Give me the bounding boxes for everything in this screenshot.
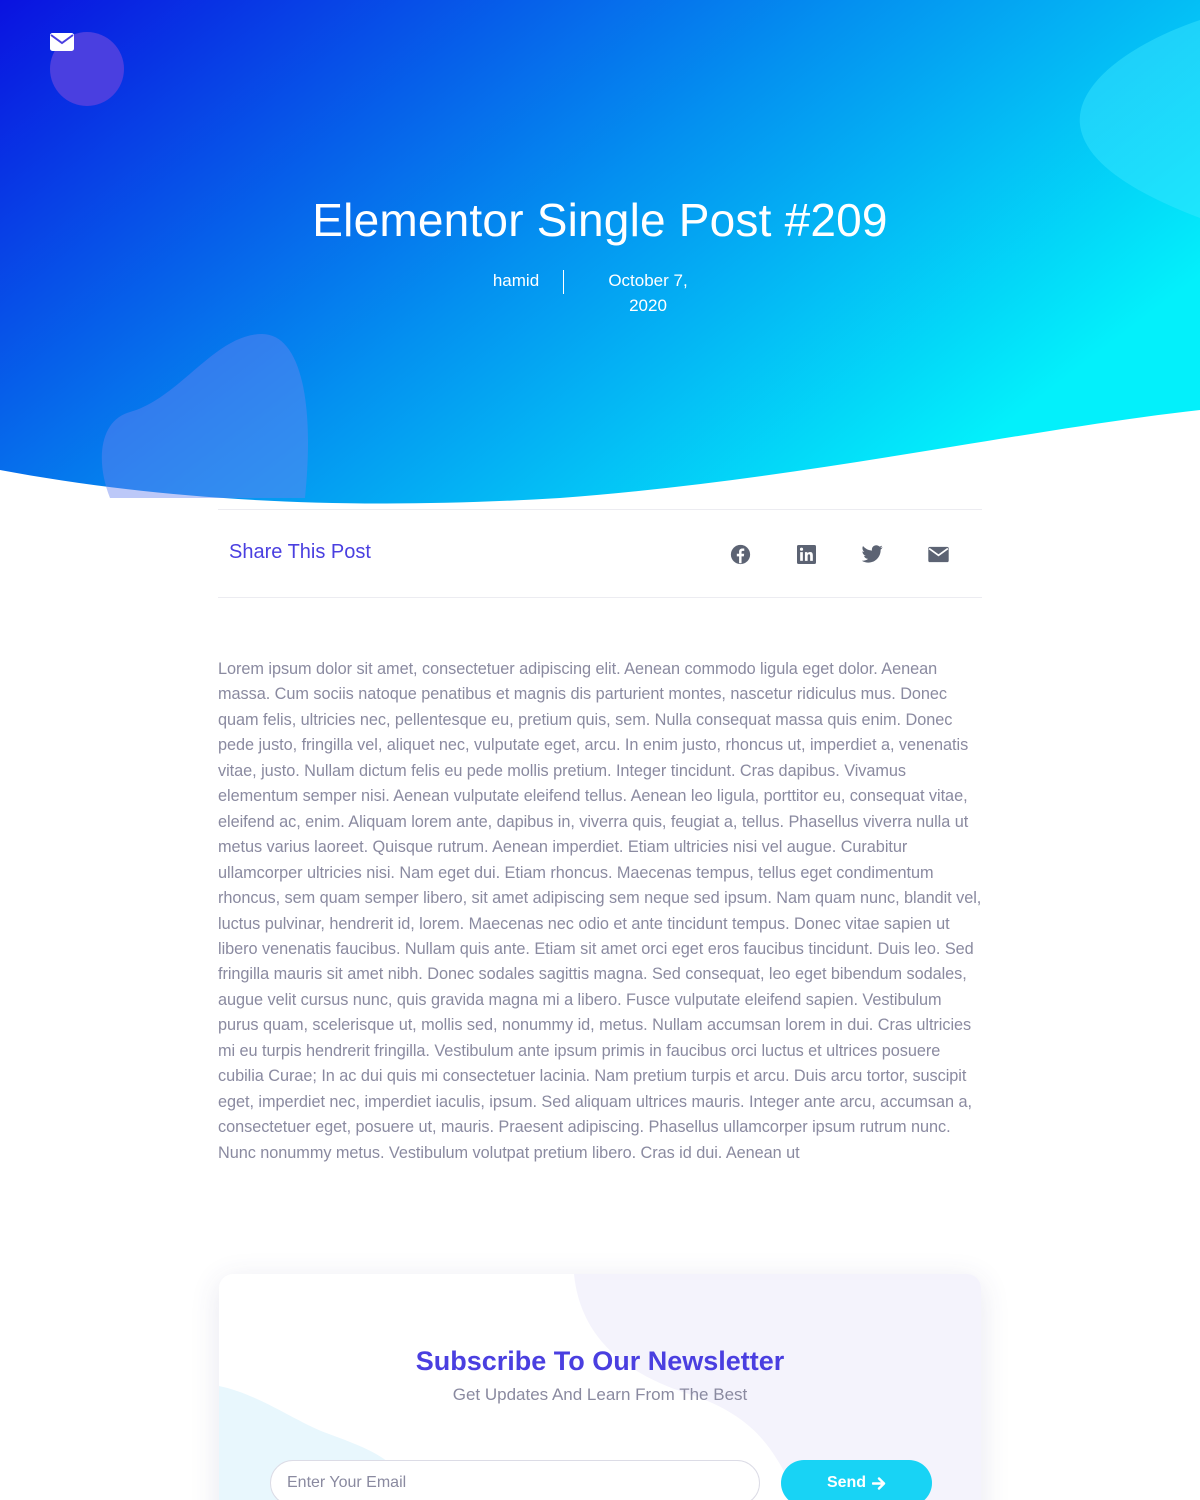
send-button-label: Send [826, 1474, 867, 1491]
hero-banner: Elementor Single Post #209 hamid October… [0, 0, 1200, 520]
post-title: Elementor Single Post #209 [312, 194, 888, 246]
hero-background [0, 0, 1200, 504]
post-content: Lorem ipsum dolor sit amet, consectetuer… [218, 660, 982, 1162]
envelope-icon [50, 33, 74, 51]
share-twitter-button[interactable] [860, 542, 884, 566]
share-title: Share This Post [229, 541, 371, 563]
twitter-icon [861, 545, 883, 563]
post-meta: hamid October 7, 2020 [0, 268, 1200, 320]
post-author[interactable]: hamid [492, 268, 540, 293]
envelope-icon [927, 546, 949, 562]
arrow-right-icon [872, 1476, 886, 1490]
email-input[interactable] [270, 1460, 760, 1500]
share-linkedin-button[interactable] [794, 542, 818, 566]
mail-button[interactable] [50, 32, 124, 106]
newsletter-title: Subscribe To Our Newsletter [415, 1346, 785, 1376]
linkedin-icon [796, 544, 816, 564]
facebook-icon [730, 544, 750, 564]
newsletter-card: Subscribe To Our Newsletter Get Updates … [219, 1274, 981, 1500]
send-button[interactable]: Send [781, 1460, 932, 1500]
meta-divider [563, 270, 564, 294]
share-bar: Share This Post [218, 509, 982, 598]
post-date: October 7, 2020 [608, 271, 688, 315]
share-facebook-button[interactable] [728, 542, 752, 566]
share-email-button[interactable] [926, 542, 950, 566]
newsletter-subtitle: Get Updates And Learn From The Best [452, 1385, 748, 1404]
